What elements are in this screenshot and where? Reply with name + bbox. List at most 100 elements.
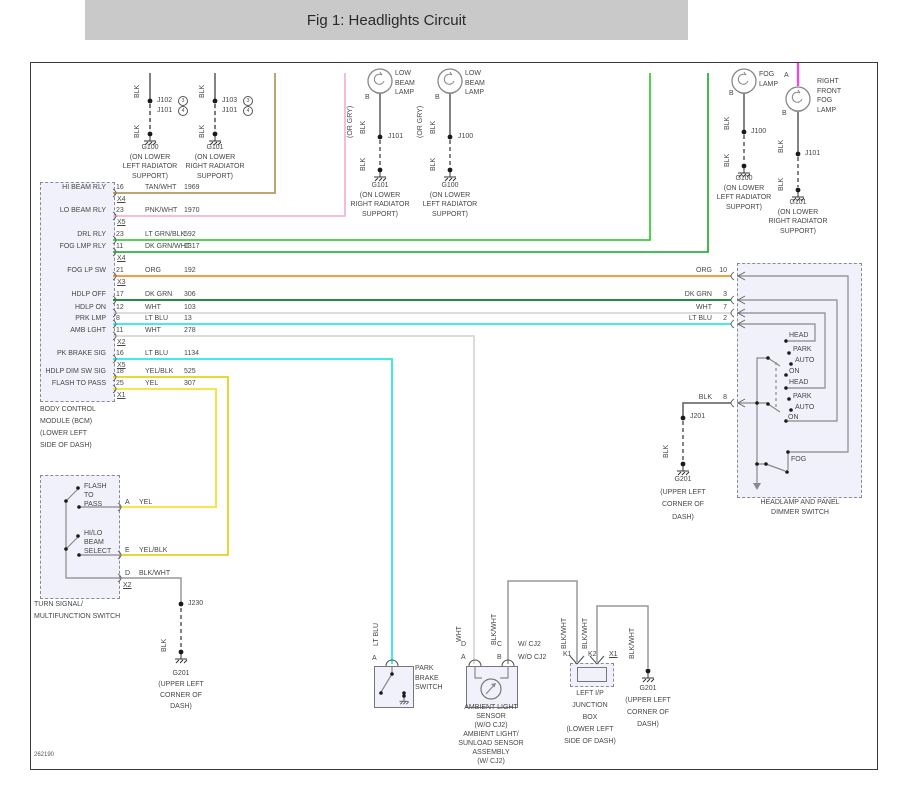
- wire-color-label: DK GRN: [684, 291, 712, 298]
- connector-id: X2: [123, 582, 132, 589]
- wire-tag: BLK: [724, 116, 731, 130]
- wire-color-label: WHT: [145, 327, 161, 334]
- ground-label-g101: G101 (ON LOWER RIGHT RADIATOR SUPPORT): [185, 144, 245, 180]
- splice-label: J101: [222, 107, 238, 114]
- wire-color-label: LT BLU: [145, 315, 169, 322]
- wire-tag: BLK: [199, 84, 206, 98]
- circuit-number: 192: [184, 267, 196, 274]
- wire-color-label: LT BLU: [688, 315, 712, 322]
- dimmer-pin-number: 8: [723, 394, 727, 401]
- wire-color-label: YEL: [145, 380, 159, 387]
- bcm-pin-label: HI BEAM RLY: [62, 184, 106, 191]
- splice-label: J100: [751, 128, 767, 135]
- wire-tag: WHT: [456, 626, 463, 642]
- wire-yel-blk-525: [113, 376, 229, 556]
- wire-color-label: WHT: [145, 304, 161, 311]
- bcm-pin-number: 17: [116, 291, 124, 298]
- circuit-number: 525: [184, 368, 196, 375]
- dimmer-pin-brackets: [730, 271, 746, 408]
- bcm-pin-number: 23: [116, 207, 124, 214]
- bcm-connector-id: X1: [117, 392, 126, 399]
- bcm-pin-label: DRL RLY: [77, 231, 106, 238]
- bcm-connector-id: X4: [117, 196, 126, 203]
- hi-lo-beam-select-label: HI/LO BEAM SELECT: [84, 530, 112, 555]
- splice-label: J230: [188, 600, 204, 607]
- switch-position-label: AUTO: [795, 357, 815, 364]
- wire-color-label: TAN/WHT: [145, 184, 177, 191]
- bcm-pin-label: HDLP ON: [75, 304, 106, 311]
- circled-number: 3: [178, 96, 188, 106]
- bcm-pin-number: 11: [116, 327, 124, 334]
- wire-color-label: YEL/BLK: [139, 547, 168, 554]
- jbox-pin-label: K1: [563, 651, 572, 658]
- wire-wht-278: [113, 335, 475, 664]
- wire-color-label: YEL/BLK: [145, 368, 174, 375]
- ambient-sensor-name: AMBIENT LIGHT SENSOR (W/O CJ2) AMBIENT LIG…: [458, 704, 524, 765]
- switch-position-label: ON: [788, 414, 799, 421]
- bcm-pin-label: PK BRAKE SIG: [56, 350, 106, 357]
- switch-position-label: PARK: [793, 346, 812, 353]
- wire-color-label: LT BLU: [145, 350, 169, 357]
- wire-color-label: ORG: [696, 267, 712, 274]
- wire-tag: BLK: [778, 139, 785, 153]
- option-note: W/O CJ2: [518, 654, 547, 661]
- sensor-pin-label: C: [497, 641, 503, 648]
- sensor-pin-label: B: [497, 654, 502, 661]
- switch-position-label: PARK: [793, 393, 812, 400]
- circuit-number: 103: [184, 304, 196, 311]
- wire-tag: BLK: [778, 177, 785, 191]
- wire-tag: BLK: [430, 157, 437, 171]
- bcm-pin-label: LO BEAM RLY: [59, 207, 106, 214]
- bcm-pin-number: 18: [116, 368, 124, 375]
- wire-tag: BLK: [663, 444, 670, 458]
- park-brake-switch-name: PARK BRAKE SWITCH: [415, 665, 443, 691]
- bcm-pin-number: 23: [116, 231, 124, 238]
- lamp-pin-label: B: [729, 90, 734, 97]
- dimmer-pin-number: 7: [723, 304, 727, 311]
- circuit-number: 278: [184, 327, 196, 334]
- wire-tag: BLK: [199, 124, 206, 138]
- circuit-number: 1970: [184, 207, 200, 214]
- wire-tag: BLK: [161, 638, 168, 652]
- wire-tag: BLK/WHT: [582, 617, 589, 649]
- wiring-svg: [64, 63, 849, 705]
- switch-pin-label: D: [125, 570, 131, 577]
- splice-label: J101: [388, 133, 404, 140]
- connector-id: X1: [609, 651, 618, 658]
- dimmer-pin-number: 2: [723, 315, 727, 322]
- bcm-pin-label: FOG LMP RLY: [59, 243, 106, 250]
- turn-signal-switch-name: TURN SIGNAL/MULTIFUNCTION SWITCH: [34, 601, 121, 620]
- bcm-connector-id: X4: [117, 255, 126, 262]
- switch-pin-label: E: [125, 547, 130, 554]
- wire-color-label: DK GRN: [145, 291, 173, 298]
- option-note: W/ CJ2: [518, 641, 541, 648]
- circuit-number: 592: [184, 231, 196, 238]
- wire-tag: BLK: [134, 124, 141, 138]
- circled-number: 4: [178, 106, 188, 116]
- bcm-pin-label: PRK LMP: [75, 315, 106, 322]
- splice-label: J103: [222, 97, 238, 104]
- lamp-pin-label: A: [784, 72, 789, 79]
- circled-number: 3: [243, 96, 253, 106]
- wire-color-label: ORG: [145, 267, 161, 274]
- switch-position-label: HEAD: [789, 332, 809, 339]
- low-beam-lamp-label: LOW BEAM LAMP: [395, 70, 415, 96]
- switch-position-label: HEAD: [789, 379, 809, 386]
- bcm-pin-label: HDLP DIM SW SIG: [45, 368, 106, 375]
- wire-tag: LT BLU: [373, 622, 380, 646]
- circuit-number: 1134: [184, 350, 200, 357]
- flash-to-pass-label: FLASH TO PASS: [84, 483, 107, 508]
- circuit-number: 13: [184, 315, 192, 322]
- fog-lamp-label: FOG LAMP: [759, 71, 779, 88]
- bcm-pin-number: 8: [116, 315, 120, 322]
- ground-label-g201: G201 (UPPER LEFT CORNER OF DASH): [158, 670, 204, 710]
- lamp-pin-label: B: [365, 94, 370, 101]
- bcm-pin-label: HDLP OFF: [71, 291, 107, 298]
- bcm-location: (LOWER LEFT SIDE OF DASH): [40, 430, 92, 449]
- bcm-pin-number: 16: [116, 184, 124, 191]
- sensor-pin-label: A: [461, 654, 466, 661]
- wire-lt-blu-1134: [113, 358, 393, 664]
- ground-label-g201: G201 (UPPER LEFT CORNER OF DASH): [625, 685, 671, 728]
- wire-color-label: PNK/WHT: [145, 207, 178, 214]
- bcm-pin-number: 25: [116, 380, 124, 387]
